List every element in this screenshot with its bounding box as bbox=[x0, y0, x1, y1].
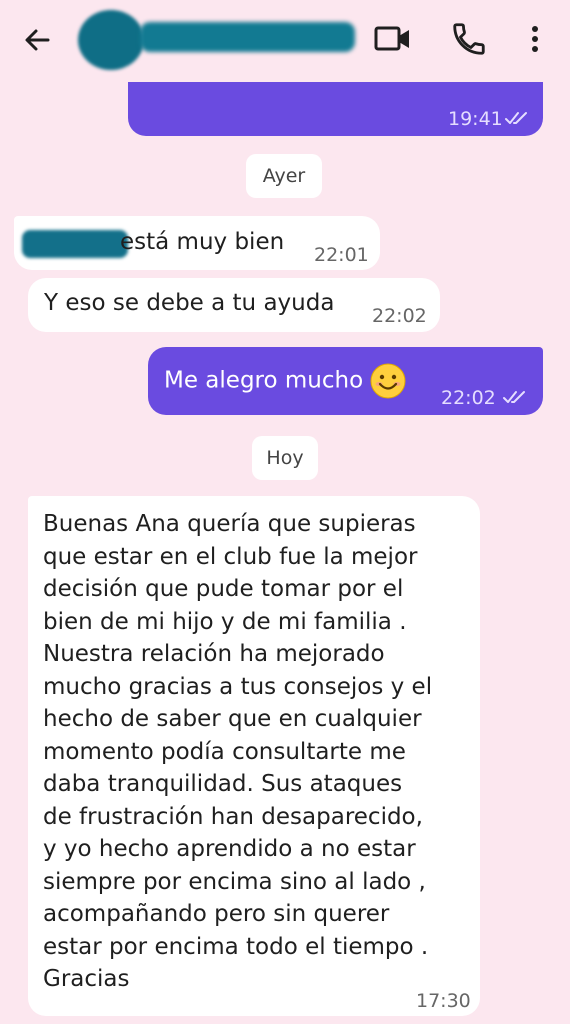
more-vertical-icon bbox=[532, 26, 538, 52]
video-call-button[interactable] bbox=[373, 22, 413, 56]
redacted-name bbox=[22, 230, 128, 258]
message-time: 22:01 bbox=[314, 244, 369, 266]
date-separator: Ayer bbox=[246, 154, 322, 198]
message-time: 22:02 bbox=[372, 305, 427, 327]
date-separator: Hoy bbox=[252, 436, 318, 480]
voice-call-button[interactable] bbox=[450, 20, 488, 58]
message-text: Y eso se debe a tu ayuda bbox=[44, 290, 335, 316]
read-receipt-icon bbox=[503, 391, 525, 403]
message-time: 19:41 bbox=[448, 108, 503, 130]
contact-name-redacted[interactable] bbox=[140, 22, 355, 52]
phone-icon bbox=[453, 23, 485, 55]
message-incoming[interactable]: Y eso se debe a tu ayuda 22:02 bbox=[28, 278, 440, 332]
message-text: Me alegro mucho bbox=[164, 362, 407, 400]
message-time: 22:02 bbox=[441, 387, 496, 409]
message-time: 17:30 bbox=[416, 990, 471, 1012]
video-camera-icon bbox=[374, 26, 409, 51]
more-options-button[interactable] bbox=[520, 20, 550, 58]
message-incoming[interactable]: está muy bien 22:01 bbox=[14, 216, 380, 270]
message-text: Buenas Ana quería que supieras que estar… bbox=[43, 511, 433, 992]
back-button[interactable] bbox=[20, 22, 56, 58]
smiling-face-icon bbox=[370, 363, 406, 399]
contact-avatar[interactable] bbox=[78, 10, 144, 70]
arrow-left-icon bbox=[25, 29, 50, 51]
message-incoming-long[interactable]: Buenas Ana quería que supieras que estar… bbox=[28, 496, 480, 1016]
read-receipt-icon bbox=[505, 112, 527, 124]
message-text: está muy bien bbox=[120, 229, 285, 255]
message-outgoing[interactable]: Me alegro mucho 22:02 bbox=[148, 347, 543, 415]
chat-header bbox=[0, 0, 570, 82]
